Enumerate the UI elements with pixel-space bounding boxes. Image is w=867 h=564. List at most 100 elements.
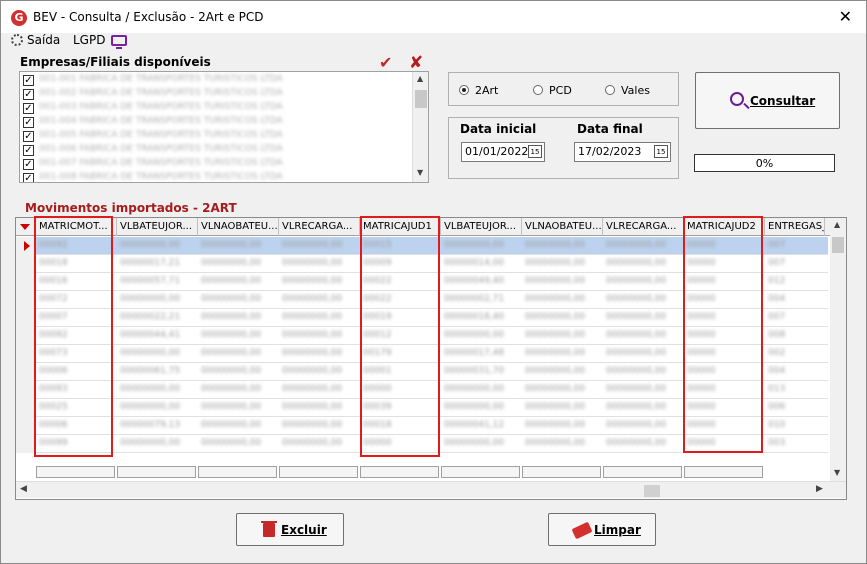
- grid-vertical-scrollbar[interactable]: ▲ ▼: [830, 218, 846, 481]
- column-header[interactable]: VLNAOBATEU...: [198, 218, 279, 236]
- company-checkbox[interactable]: ✓: [23, 103, 34, 114]
- radio-button-icon[interactable]: [605, 85, 615, 95]
- menu-lgpd[interactable]: LGPD: [73, 33, 127, 49]
- radio-button-icon[interactable]: [459, 85, 469, 95]
- column-header[interactable]: ENTREGAS_: [765, 218, 825, 236]
- table-cell: 00000000,00: [201, 312, 262, 322]
- table-cell: 010: [768, 420, 786, 430]
- table-cell: 006: [768, 402, 786, 412]
- scroll-thumb[interactable]: [415, 90, 427, 108]
- scroll-up-icon[interactable]: ▲: [834, 220, 840, 229]
- table-row[interactable]: 00073 00000000,00 00000000,00 00000000,00 00…: [16, 345, 828, 363]
- company-item[interactable]: ✓ 001-003 FABRICA DE TRANSPORTES TURISTIC…: [23, 102, 413, 116]
- window-title: BEV - Consulta / Exclusão - 2Art e PCD: [33, 10, 264, 24]
- column-header[interactable]: MATRICAJUD2: [684, 218, 765, 236]
- table-row[interactable]: 00007 00000022,21 00000000,00 00000000,00 00…: [16, 309, 828, 327]
- company-checkbox[interactable]: ✓: [23, 131, 34, 142]
- table-cell: 00018: [363, 420, 392, 430]
- grid-horizontal-scrollbar[interactable]: ◀ ▶: [16, 481, 846, 498]
- calendar-icon[interactable]: 15: [654, 145, 668, 158]
- company-item[interactable]: ✓ 001-006 FABRICA DE TRANSPORTES TURISTIC…: [23, 144, 413, 158]
- scroll-left-icon[interactable]: ◀: [20, 484, 27, 494]
- row-indicator: [16, 237, 36, 255]
- table-row[interactable]: 00072 00000000,00 00000000,00 00000000,00 00…: [16, 291, 828, 309]
- company-item[interactable]: ✓ 001-005 FABRICA DE TRANSPORTES TURISTIC…: [23, 130, 413, 144]
- radio-2art[interactable]: 2Art: [459, 84, 498, 97]
- consult-button[interactable]: Consultar: [695, 72, 840, 129]
- table-cell: 00000: [363, 384, 392, 394]
- movements-grid[interactable]: MATRICMOT... VLBATEUJOR... VLNAOBATEU... VL…: [15, 217, 847, 500]
- menu-exit[interactable]: Saída: [11, 33, 60, 47]
- column-header[interactable]: MATRICMOT...: [36, 218, 117, 236]
- company-checkbox[interactable]: ✓: [23, 75, 34, 86]
- companies-label: Empresas/Filiais disponíveis: [20, 55, 211, 69]
- scroll-down-icon[interactable]: ▼: [834, 468, 840, 477]
- radio-pcd[interactable]: PCD: [533, 84, 572, 97]
- calendar-icon[interactable]: 15: [528, 145, 542, 158]
- monitor-icon: [111, 35, 127, 49]
- table-row[interactable]: 00016 00000057,71 00000000,00 00000000,00 00…: [16, 273, 828, 291]
- company-name: 001-004 FABRICA DE TRANSPORTES TURISTICO…: [39, 116, 283, 126]
- company-item[interactable]: ✓ 001-004 FABRICA DE TRANSPORTES TURISTIC…: [23, 116, 413, 130]
- clear-button[interactable]: Limpar: [548, 513, 656, 546]
- row-indicator: [16, 435, 36, 453]
- start-date-input[interactable]: 01/01/2022 15: [461, 142, 545, 162]
- company-checkbox[interactable]: ✓: [23, 145, 34, 156]
- table-row[interactable]: 00092 00000000,00 00000000,00 00000000,00 00…: [16, 237, 828, 255]
- company-item[interactable]: ✓ 001-001 FABRICA DE TRANSPORTES TURISTIC…: [23, 74, 413, 88]
- check-icon[interactable]: ✔: [379, 53, 392, 72]
- company-checkbox[interactable]: ✓: [23, 159, 34, 170]
- table-cell: 00000057,71: [120, 276, 181, 286]
- table-cell: 00000000,00: [201, 294, 262, 304]
- scroll-thumb[interactable]: [644, 485, 660, 497]
- table-row[interactable]: 00018 00000017,21 00000000,00 00000000,00 00…: [16, 255, 828, 273]
- end-date-input[interactable]: 17/02/2023 15: [574, 142, 671, 162]
- company-list[interactable]: ▲ ▼ ✓ 001-001 FABRICA DE TRANSPORTES TURI…: [19, 71, 429, 183]
- company-checkbox[interactable]: ✓: [23, 117, 34, 128]
- company-checkbox[interactable]: ✓: [23, 173, 34, 182]
- table-cell: 00000000,00: [525, 420, 586, 430]
- table-cell: 00000: [687, 384, 716, 394]
- table-cell: 00000079,13: [120, 420, 181, 430]
- scroll-thumb[interactable]: [832, 237, 844, 253]
- table-cell: 00001: [363, 366, 392, 376]
- progress-bar: 0%: [694, 154, 835, 172]
- table-cell: 00000002,71: [444, 294, 505, 304]
- table-cell: 00000000,00: [606, 276, 667, 286]
- x-icon[interactable]: ✘: [409, 53, 423, 73]
- column-header[interactable]: VLRECARGA...: [279, 218, 360, 236]
- table-row[interactable]: 00099 00000000,00 00000000,00 00000000,00 00…: [16, 435, 828, 453]
- start-date-value: 01/01/2022: [465, 145, 529, 158]
- table-row[interactable]: 00006 00000079,13 00000000,00 00000000,00 00…: [16, 417, 828, 435]
- scroll-down-icon[interactable]: ▼: [417, 168, 423, 177]
- table-cell: 00000000,00: [525, 438, 586, 448]
- table-cell: 00072: [39, 294, 68, 304]
- company-checkbox[interactable]: ✓: [23, 89, 34, 100]
- radio-button-icon[interactable]: [533, 85, 543, 95]
- scroll-up-icon[interactable]: ▲: [417, 74, 423, 83]
- delete-label: Excluir: [281, 523, 327, 537]
- company-item[interactable]: ✓ 001-002 FABRICA DE TRANSPORTES TURISTIC…: [23, 88, 413, 102]
- column-header[interactable]: MATRICAJUD1: [360, 218, 441, 236]
- table-row[interactable]: 00093 00000000,00 00000000,00 00000000,00 00…: [16, 381, 828, 399]
- radio-vales[interactable]: Vales: [605, 84, 650, 97]
- company-item[interactable]: ✓ 001-008 FABRICA DE TRANSPORTES TURISTIC…: [23, 172, 413, 182]
- table-cell: 00000000,00: [525, 240, 586, 250]
- column-header[interactable]: VLRECARGA...: [603, 218, 684, 236]
- table-row[interactable]: 00092 00000044,41 00000000,00 00000000,00 00…: [16, 327, 828, 345]
- table-cell: 00000000,00: [120, 240, 181, 250]
- scroll-right-icon[interactable]: ▶: [816, 484, 823, 494]
- delete-button[interactable]: Excluir: [236, 513, 344, 546]
- close-icon[interactable]: ✕: [839, 7, 852, 26]
- column-header[interactable]: VLNAOBATEU...: [522, 218, 603, 236]
- table-cell: 00000: [687, 240, 716, 250]
- column-header[interactable]: VLBATEUJOR...: [441, 218, 522, 236]
- table-cell: 00022: [363, 276, 392, 286]
- company-list-scrollbar[interactable]: ▲ ▼: [412, 72, 428, 182]
- table-cell: 00000000,00: [282, 402, 343, 412]
- company-item[interactable]: ✓ 001-007 FABRICA DE TRANSPORTES TURISTIC…: [23, 158, 413, 172]
- table-row[interactable]: 00006 00000061,75 00000000,00 00000000,00 00…: [16, 363, 828, 381]
- table-cell: 00179: [363, 348, 392, 358]
- column-header[interactable]: VLBATEUJOR...: [117, 218, 198, 236]
- table-row[interactable]: 00025 00000000,00 00000000,00 00000000,00 00…: [16, 399, 828, 417]
